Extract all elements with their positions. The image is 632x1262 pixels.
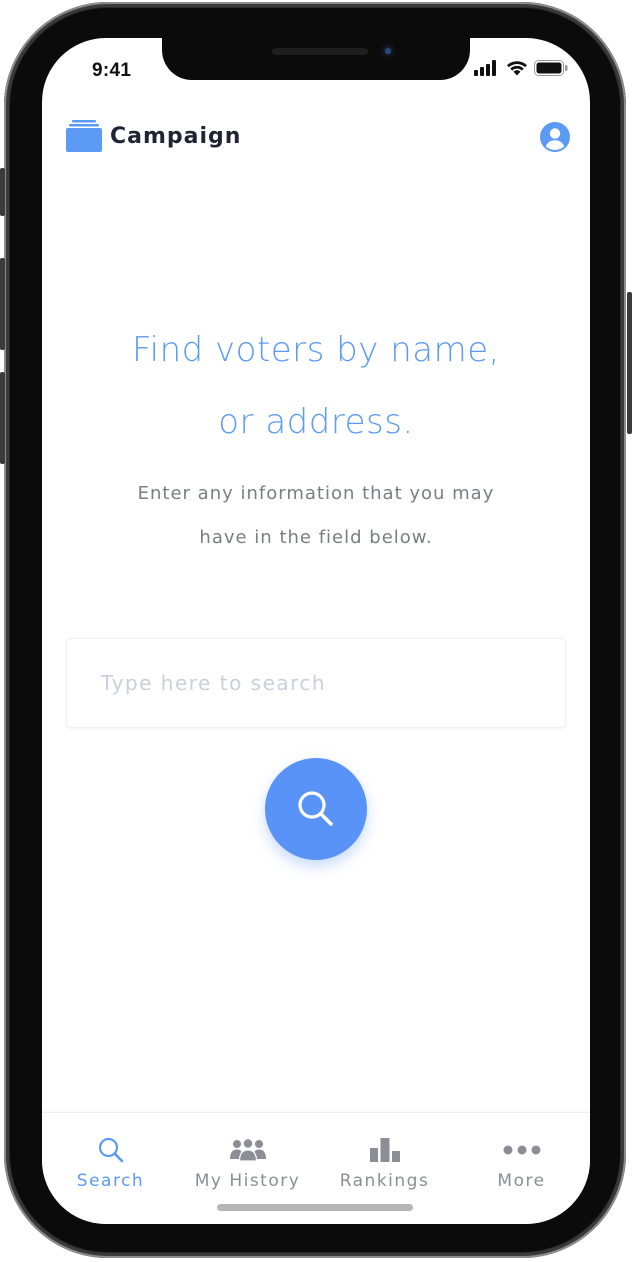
group-icon xyxy=(229,1138,266,1162)
silent-switch xyxy=(0,168,5,216)
tab-rankings[interactable]: Rankings xyxy=(316,1113,453,1203)
battery-icon xyxy=(534,60,568,76)
tab-label: Rankings xyxy=(339,1171,430,1191)
instructions: Enter any information that you may have … xyxy=(42,472,590,560)
tab-more[interactable]: More xyxy=(453,1113,590,1203)
user-circle-icon[interactable] xyxy=(540,122,570,152)
bar-chart-icon xyxy=(369,1138,400,1162)
home-indicator[interactable] xyxy=(217,1204,413,1211)
tab-label: Search xyxy=(76,1171,145,1191)
more-dots-icon xyxy=(503,1145,540,1155)
search-input[interactable] xyxy=(67,639,565,727)
speaker xyxy=(272,48,368,55)
folder-stack-icon xyxy=(66,120,102,152)
tab-search[interactable]: Search xyxy=(42,1113,179,1203)
instructions-line-2: have in the field below. xyxy=(199,527,433,548)
notch xyxy=(162,38,470,80)
app-screen: 9:41 Campaign Find voters by name, or ad… xyxy=(42,38,590,1224)
search-icon xyxy=(298,791,333,826)
volume-up-button xyxy=(0,258,5,350)
search-button[interactable] xyxy=(265,758,367,860)
status-time: 9:41 xyxy=(92,60,132,81)
front-camera xyxy=(380,43,396,59)
signal-icon xyxy=(474,60,496,76)
headline: Find voters by name, or address. xyxy=(42,314,590,458)
search-box xyxy=(66,638,566,728)
tab-label: My History xyxy=(194,1171,301,1191)
wifi-icon xyxy=(507,61,527,76)
app-title: Campaign xyxy=(110,123,242,149)
volume-down-button xyxy=(0,372,5,464)
status-icons xyxy=(474,60,568,76)
tab-my-history[interactable]: My History xyxy=(179,1113,316,1203)
power-button xyxy=(627,292,632,434)
headline-line-2: or address. xyxy=(218,402,414,442)
tab-label: More xyxy=(497,1171,546,1191)
instructions-line-1: Enter any information that you may xyxy=(137,483,495,504)
brand[interactable]: Campaign xyxy=(66,120,241,152)
headline-line-1: Find voters by name, xyxy=(132,330,500,370)
search-icon xyxy=(98,1137,123,1163)
app-header: Campaign xyxy=(66,120,570,156)
